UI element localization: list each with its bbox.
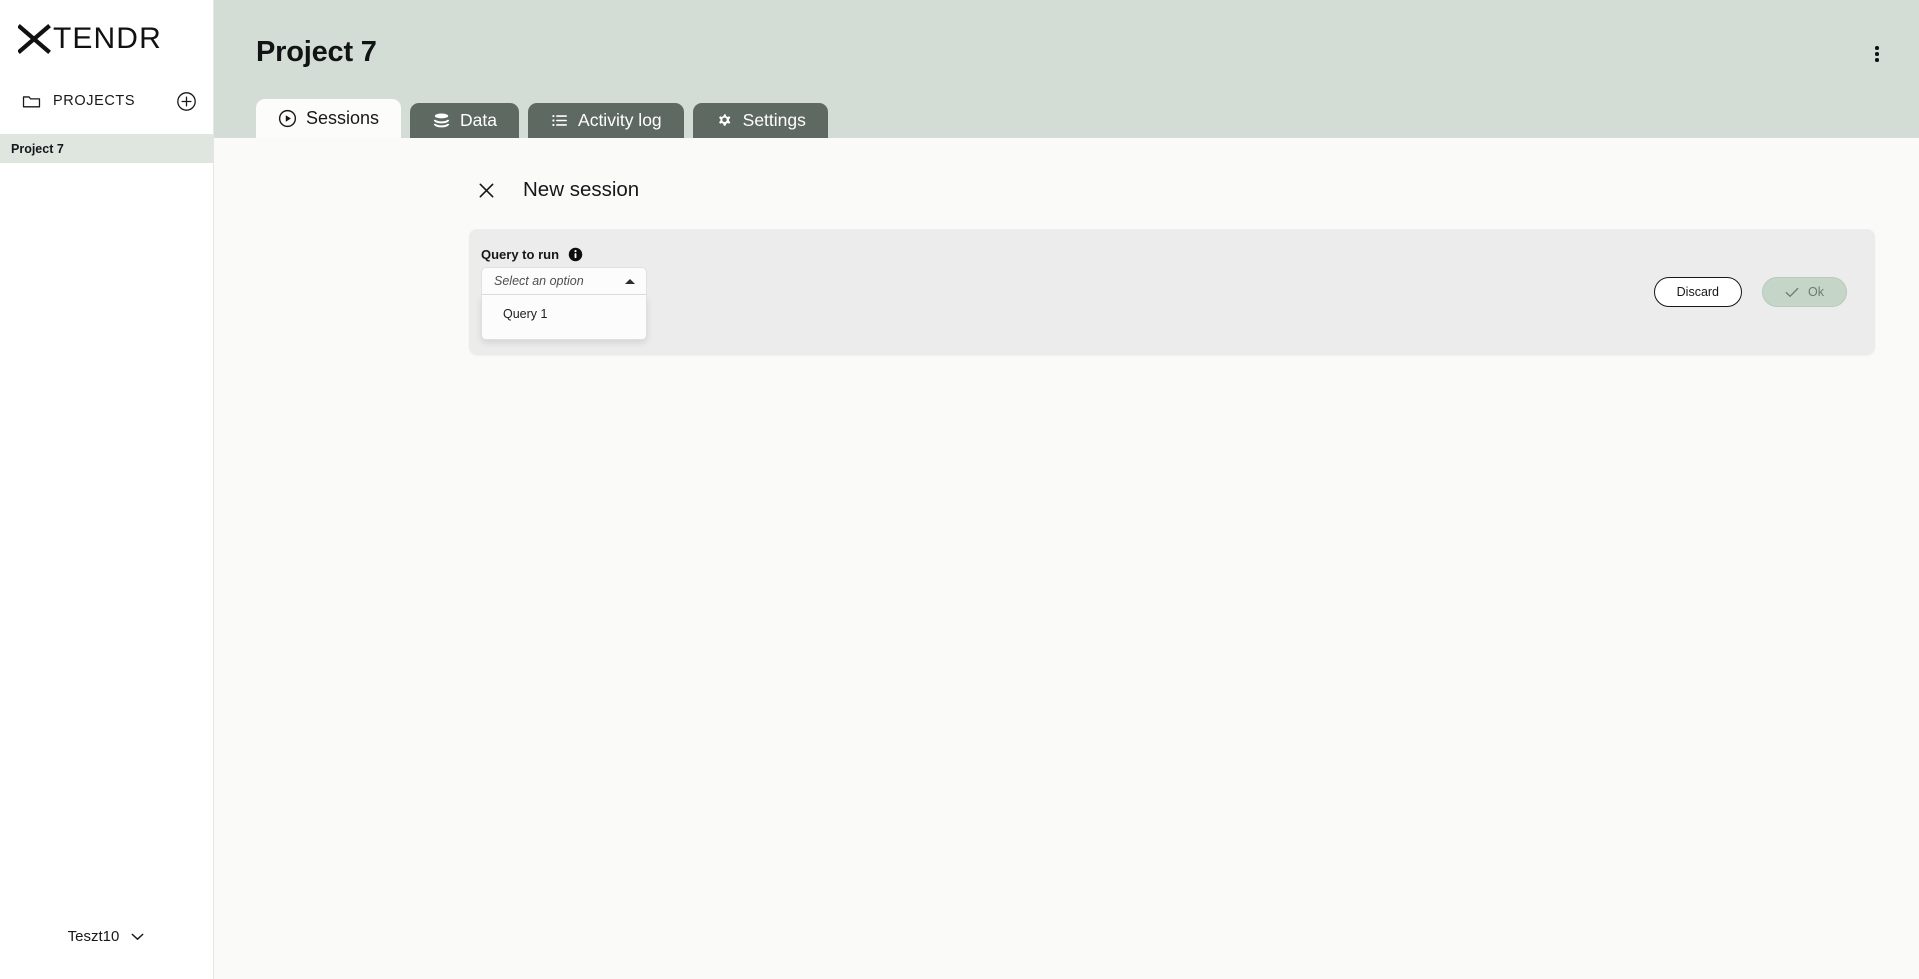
query-select-option-label: Query 1 bbox=[503, 307, 548, 321]
sidebar-item-project-7[interactable]: Project 7 bbox=[0, 134, 213, 163]
query-select-trigger[interactable]: Select an option bbox=[481, 267, 647, 295]
gear-icon bbox=[715, 111, 734, 130]
projects-label: PROJECTS bbox=[53, 93, 136, 109]
list-icon bbox=[550, 111, 569, 130]
tab-activity-log[interactable]: Activity log bbox=[528, 103, 684, 138]
tab-settings-label: Settings bbox=[742, 110, 806, 130]
tab-bar: Sessions Data Activity log Settings bbox=[256, 99, 828, 138]
new-session-form-card: Query to run Select an option Query 1 Di… bbox=[469, 229, 1875, 355]
project-item-label: Project 7 bbox=[11, 141, 64, 156]
caret-up-icon bbox=[624, 278, 636, 285]
tab-sessions[interactable]: Sessions bbox=[256, 99, 402, 138]
query-select-placeholder: Select an option bbox=[494, 274, 584, 288]
content-area: New session Query to run Select an optio… bbox=[214, 138, 1919, 979]
brand-logo[interactable]: TENDR bbox=[0, 0, 213, 78]
project-list: Project 7 bbox=[0, 134, 213, 163]
play-circle-icon bbox=[278, 109, 297, 128]
info-icon[interactable] bbox=[568, 247, 583, 262]
database-icon bbox=[432, 111, 451, 130]
close-icon[interactable] bbox=[477, 181, 496, 200]
page-title: Project 7 bbox=[256, 36, 377, 68]
kebab-menu-icon[interactable] bbox=[1867, 44, 1887, 64]
tab-data[interactable]: Data bbox=[410, 103, 520, 138]
x-mark-icon bbox=[18, 24, 51, 54]
app-root: TENDR PROJECTS Project 7 Teszt10 Project… bbox=[0, 0, 1919, 979]
folder-icon bbox=[22, 92, 41, 111]
ok-button[interactable]: Ok bbox=[1762, 277, 1847, 307]
plus-circle-icon[interactable] bbox=[176, 91, 197, 112]
new-session-header: New session bbox=[214, 138, 1919, 202]
query-select-option-query-1[interactable]: Query 1 bbox=[482, 303, 646, 325]
page-header: Project 7 Sessions Data Activity log Set… bbox=[214, 0, 1919, 138]
discard-button[interactable]: Discard bbox=[1653, 277, 1743, 307]
discard-button-label: Discard bbox=[1676, 285, 1720, 299]
tab-settings[interactable]: Settings bbox=[692, 103, 828, 138]
check-icon bbox=[1785, 287, 1799, 298]
query-field-label-row: Query to run bbox=[481, 247, 583, 262]
ok-button-label: Ok bbox=[1808, 285, 1824, 299]
new-session-title: New session bbox=[523, 178, 640, 201]
query-field-label: Query to run bbox=[481, 247, 560, 262]
query-select-menu: Query 1 bbox=[481, 295, 647, 340]
form-actions: Discard Ok bbox=[1653, 277, 1847, 307]
query-select: Select an option Query 1 bbox=[481, 267, 647, 340]
user-name: Teszt10 bbox=[67, 927, 120, 945]
projects-section-header: PROJECTS bbox=[0, 78, 213, 124]
user-menu[interactable]: Teszt10 bbox=[0, 893, 213, 979]
chevron-down-icon bbox=[130, 932, 145, 941]
sidebar: TENDR PROJECTS Project 7 Teszt10 bbox=[0, 0, 214, 979]
tab-data-label: Data bbox=[460, 110, 498, 130]
main-region: Project 7 Sessions Data Activity log Set… bbox=[214, 0, 1919, 979]
tab-activity-log-label: Activity log bbox=[578, 110, 662, 130]
tab-sessions-label: Sessions bbox=[306, 108, 380, 128]
brand-name: TENDR bbox=[53, 22, 162, 55]
